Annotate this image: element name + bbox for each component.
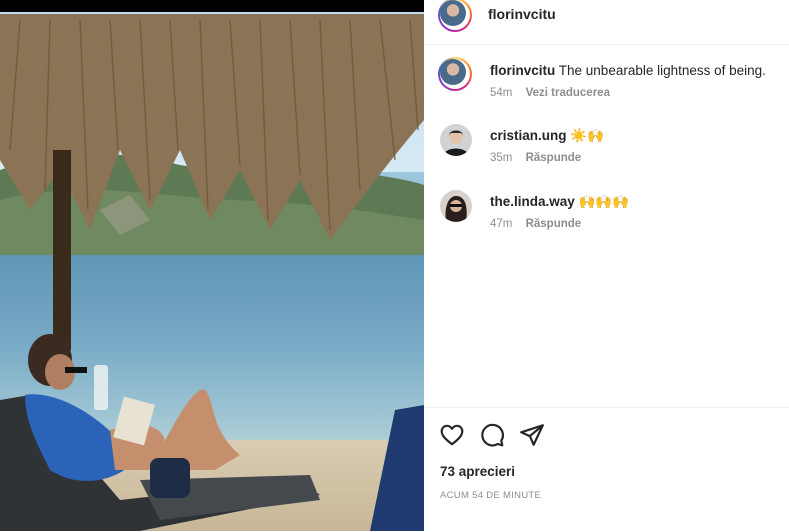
likes-count[interactable]: 73 aprecieri xyxy=(440,464,515,479)
comment-text: the.linda.way 🙌🙌🙌 xyxy=(490,194,629,210)
commenter-avatar[interactable] xyxy=(440,190,472,222)
commenter-avatar[interactable] xyxy=(440,124,472,156)
post-side-panel: florinvcitu florinvcitu The unbearable l… xyxy=(424,0,789,531)
beach-scene xyxy=(0,150,424,531)
heart-icon[interactable] xyxy=(439,422,465,448)
translate-button[interactable]: Vezi traducerea xyxy=(526,87,610,99)
author-username[interactable]: florinvcitu xyxy=(488,6,556,22)
comment-username[interactable]: the.linda.way xyxy=(490,194,575,209)
caption-time: 54m xyxy=(490,87,513,99)
caption-body: The unbearable lightness of being. xyxy=(558,63,766,78)
comment-meta: 47m Răspunde xyxy=(490,218,581,230)
caption-text: florinvcitu The unbearable lightness of … xyxy=(490,63,766,78)
photo-top-bar xyxy=(0,0,424,12)
comment-body: 🙌🙌🙌 xyxy=(578,194,629,209)
comment-text: cristian.ung ☀️🙌 xyxy=(490,128,604,144)
comment-time: 47m xyxy=(490,218,513,230)
caption-username[interactable]: florinvcitu xyxy=(490,63,555,78)
reply-button[interactable]: Răspunde xyxy=(526,218,582,230)
caption-meta: 54m Vezi traducerea xyxy=(490,87,610,99)
post-header: florinvcitu xyxy=(424,0,789,45)
comment-time: 35m xyxy=(490,152,513,164)
caption-avatar[interactable] xyxy=(438,57,472,91)
comment-body: ☀️🙌 xyxy=(570,128,604,143)
reply-button[interactable]: Răspunde xyxy=(526,152,582,164)
comment-icon[interactable] xyxy=(479,422,505,448)
post-photo[interactable] xyxy=(0,0,424,531)
share-icon[interactable] xyxy=(519,422,545,448)
post-actions: 73 aprecieri ACUM 54 DE MINUTE xyxy=(424,407,789,532)
comment-username[interactable]: cristian.ung xyxy=(490,128,567,143)
comment-meta: 35m Răspunde xyxy=(490,152,581,164)
post-timestamp: ACUM 54 DE MINUTE xyxy=(440,490,542,501)
author-avatar[interactable] xyxy=(438,0,472,32)
